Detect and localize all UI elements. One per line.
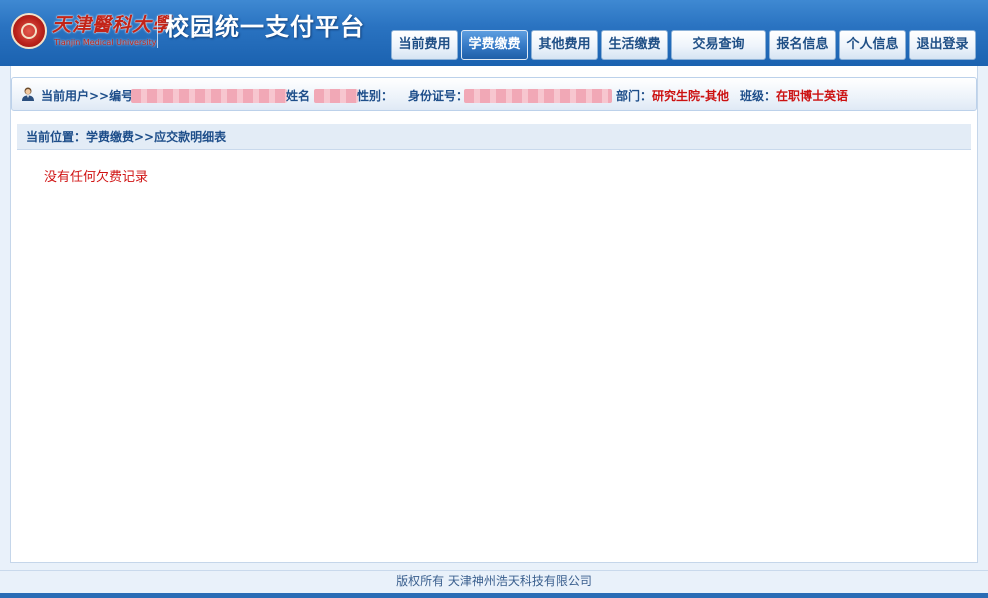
redacted-id-number	[464, 89, 612, 103]
header-divider	[157, 16, 158, 48]
redacted-user-id	[131, 89, 287, 103]
id-number-label: 身份证号：	[408, 89, 469, 103]
nav-other-fees[interactable]: 其他费用	[531, 30, 598, 60]
breadcrumb: 当前位置：学费缴费>>应交款明细表	[26, 130, 227, 144]
nav-current-fees[interactable]: 当前费用	[391, 30, 458, 60]
user-icon	[22, 87, 34, 101]
school-name-en: Tianjin Medical University	[54, 38, 157, 47]
redacted-name	[314, 89, 358, 103]
department-label: 部门：	[616, 89, 653, 103]
gender-label: 性别：	[357, 89, 394, 103]
nav-living-payment[interactable]: 生活缴费	[601, 30, 668, 60]
class-label: 班级：	[740, 89, 777, 103]
platform-title: 校园统一支付平台	[165, 13, 365, 41]
class-value: 在职博士英语	[776, 89, 849, 103]
nav-registration-info[interactable]: 报名信息	[769, 30, 836, 60]
school-name-cn: 天津醫科大學	[52, 14, 173, 36]
current-user-label: 当前用户>>编号	[41, 89, 134, 103]
nav-tuition-payment[interactable]: 学费缴费	[461, 30, 528, 60]
nav-logout[interactable]: 退出登录	[909, 30, 976, 60]
department-value: 研究生院-其他	[652, 89, 729, 103]
nav-transaction-query[interactable]: 交易查询	[671, 30, 766, 60]
footer-bar	[0, 593, 988, 598]
no-arrears-message: 没有任何欠费记录	[44, 170, 149, 185]
university-seal-icon	[11, 13, 47, 49]
copyright-text: 版权所有 天津神州浩天科技有限公司	[396, 574, 592, 588]
nav-personal-info[interactable]: 个人信息	[839, 30, 906, 60]
name-label: 姓名	[286, 89, 311, 103]
